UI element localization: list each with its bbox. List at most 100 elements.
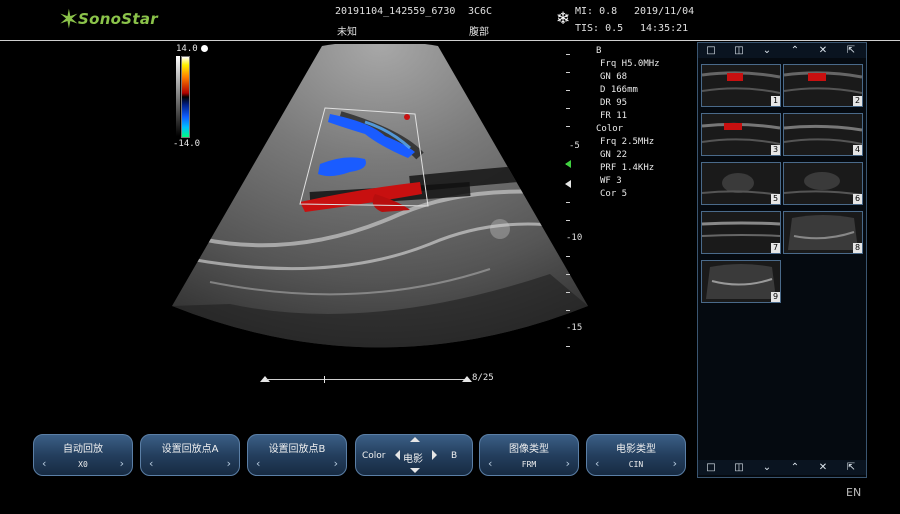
button-value: X0 [78,460,88,469]
color-param-prf: PRF 1.4KHz [600,163,655,173]
arrow-left-icon[interactable] [395,450,400,460]
button-label: 电影类型 [616,444,656,455]
thumbnail-9[interactable]: 9 [701,260,781,303]
button-value: CIN [628,460,644,469]
exam-type: 腹部 [469,27,489,38]
button-label: 图像类型 [509,444,549,455]
chevron-right-icon[interactable]: › [334,457,338,470]
delete-icon[interactable]: ✕ [816,44,830,57]
b-param-dynamic-range: DR 95 [600,98,628,108]
thumbnail-1[interactable]: 1 [701,64,781,107]
logo-text: SonoStar [78,10,158,28]
arrow-down-icon[interactable] [410,468,420,473]
chevron-down-icon[interactable]: ⌄ [760,44,774,57]
file-id: 20191104_142559_6730 [335,6,456,17]
arrow-right-icon[interactable] [432,450,437,460]
chevron-right-icon[interactable]: › [120,457,124,470]
snowflake-freeze-icon: ❄ [556,9,571,29]
color-param-gain: GN 22 [600,150,628,160]
cine-type-button[interactable]: 电影类型 ‹ CIN › [586,434,686,476]
cine-track [266,379,466,380]
chevron-up-icon[interactable]: ⌃ [788,44,802,57]
depth-label-15: -15 [566,323,583,333]
cine-end-marker-icon[interactable] [462,376,472,382]
ultrasound-screen: ✶ SonoStar 20191104_142559_6730 3C6C 未知 … [0,0,900,514]
depth-label-10: -10 [566,233,583,243]
thumbnail-toolbar-top: □ ◫ ⌄ ⌃ ✕ ⇱ [698,43,866,58]
thumbnail-3[interactable]: 3 [701,113,781,156]
auto-replay-button[interactable]: 自动回放 ‹ X0 › [33,434,133,476]
button-label: 设置回放点B [268,444,326,455]
color-param-correlation: Cor 5 [600,189,628,199]
header-divider [0,40,900,41]
export-icon[interactable]: ⇱ [844,44,858,57]
arrow-up-icon[interactable] [410,437,420,442]
cine-mode-control[interactable]: Color 电影 B [355,434,473,476]
mi-value: MI: 0.8 [575,6,618,17]
chevron-up-icon[interactable]: ⌃ [788,461,802,474]
b-param-depth: D 166mm [600,85,638,95]
exam-time: 14:35:21 [640,23,689,34]
thumbnail-number: 3 [771,145,780,155]
button-label: 自动回放 [63,444,103,455]
chevron-right-icon[interactable]: › [673,457,677,470]
color-mode-label: Color [362,451,386,461]
thumbnail-5[interactable]: 5 [701,162,781,205]
single-view-icon[interactable]: □ [704,44,718,57]
thumbnail-number: 9 [771,292,780,302]
thumbnail-number: 5 [771,194,780,204]
thumbnail-number: 2 [853,96,862,106]
tis-value: TIS: 0.5 [575,23,624,34]
b-param-frame-rate: FR 11 [600,111,628,121]
b-mode-label: B [451,451,458,461]
thumbnail-2[interactable]: 2 [783,64,863,107]
chevron-left-icon[interactable]: ‹ [256,457,260,470]
cine-position-marker[interactable] [324,376,325,383]
focus-marker-green-icon[interactable] [565,160,571,168]
dual-view-icon[interactable]: ◫ [732,461,746,474]
header-bar: ✶ SonoStar 20191104_142559_6730 3C6C 未知 … [0,0,900,40]
image-type-button[interactable]: 图像类型 ‹ FRM › [479,434,579,476]
thumbnail-8[interactable]: 8 [783,211,863,254]
set-replay-point-b-button[interactable]: 设置回放点B ‹ › [247,434,347,476]
chevron-down-icon[interactable]: ⌄ [760,461,774,474]
chevron-right-icon[interactable]: › [566,457,570,470]
export-icon[interactable]: ⇱ [844,461,858,474]
chevron-right-icon[interactable]: › [227,457,231,470]
color-mode-title: Color [596,124,624,134]
single-view-icon[interactable]: □ [704,461,718,474]
thumbnail-6[interactable]: 6 [783,162,863,205]
star-icon: ✶ [58,5,80,35]
thumbnail-number: 8 [853,243,862,253]
cine-scrollbar[interactable] [260,376,472,384]
thumbnail-number: 6 [853,194,862,204]
thumbnail-number: 1 [771,96,780,106]
depth-label-5: -5 [569,141,580,151]
set-replay-point-a-button[interactable]: 设置回放点A ‹ › [140,434,240,476]
dual-view-icon[interactable]: ◫ [732,44,746,57]
button-value: FRM [521,460,537,469]
thumbnail-number: 4 [853,145,862,155]
sonostar-logo: ✶ SonoStar [58,5,158,35]
chevron-left-icon[interactable]: ‹ [149,457,153,470]
b-mode-title: B [596,46,602,56]
imaging-parameters: B Frq H5.0MHz GN 68 D 166mm DR 95 FR 11 … [596,45,696,201]
cine-mode-label: 电影 [403,454,423,465]
image-thumbnail-panel: □ ◫ ⌄ ⌃ ✕ ⇱ 1 2 3 4 5 6 7 8 9 □ ◫ ⌄ ⌃ ✕ … [697,42,867,478]
b-param-freq: Frq H5.0MHz [600,59,660,69]
b-param-gain: GN 68 [600,72,628,82]
thumbnail-number: 7 [771,243,780,253]
button-label: 设置回放点A [161,444,219,455]
input-language-indicator[interactable]: EN [846,486,861,499]
color-param-wall-filter: WF 3 [600,176,622,186]
exam-date: 2019/11/04 [634,6,695,17]
delete-icon[interactable]: ✕ [816,461,830,474]
probe-name: 3C6C [468,6,493,17]
color-param-freq: Frq 2.5MHz [600,137,655,147]
thumbnail-7[interactable]: 7 [701,211,781,254]
ultrasound-image[interactable] [170,44,590,380]
thumbnail-4[interactable]: 4 [783,113,863,156]
patient-name: 未知 [337,27,357,38]
focus-marker-white-icon[interactable] [565,180,571,188]
cine-frame-counter: 8/25 [472,373,494,383]
